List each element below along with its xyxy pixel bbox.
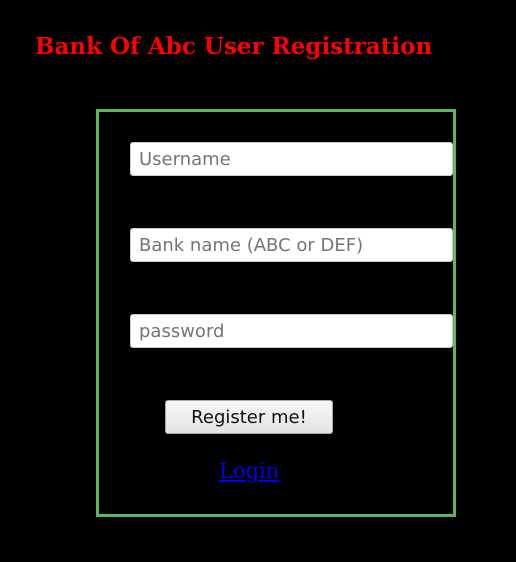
bank-name-input[interactable] (130, 228, 453, 262)
registration-form: Register me! Login (96, 109, 456, 517)
page-title: Bank Of Abc User Registration (35, 33, 433, 60)
register-button[interactable]: Register me! (165, 400, 333, 434)
password-input[interactable] (130, 314, 453, 348)
login-link[interactable]: Login (219, 457, 279, 485)
username-input[interactable] (130, 142, 453, 176)
